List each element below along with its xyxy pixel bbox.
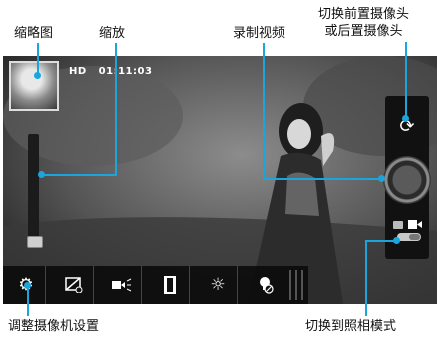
flash-off-icon[interactable] [247, 266, 285, 304]
zoom-slider-handle[interactable] [27, 236, 43, 248]
toolbar-scroll-indicator [289, 270, 305, 300]
record-button[interactable] [383, 156, 431, 204]
record-leader-horizontal [263, 178, 380, 180]
recording-timer: 01:11:03 [98, 66, 153, 77]
switch-camera-label-line1: 切换前置摄像头 [318, 7, 410, 22]
photo-mode-leader [365, 240, 367, 316]
bottom-toolbar: ⚙ ☼ [3, 266, 308, 304]
zoom-slider[interactable] [28, 134, 39, 244]
switch-camera-label-line2: 或后置摄像头 [324, 24, 403, 39]
thumbnail[interactable] [9, 61, 59, 111]
switch-camera-leader-dot [402, 115, 409, 122]
settings-leader [27, 285, 29, 316]
settings-leader-dot [24, 282, 31, 289]
adjust-settings-label: 调整摄像机设置 [8, 319, 100, 334]
thumbnail-leader-dot [34, 72, 41, 79]
zoom-leader-horizontal [42, 174, 117, 176]
exposure-icon[interactable] [55, 266, 94, 304]
thumbnail-label: 缩略图 [14, 26, 54, 41]
zoom-label: 缩放 [99, 26, 126, 41]
recording-status: HD 01:11:03 [69, 66, 152, 77]
switch-camera-label: 切换前置摄像头 或后置摄像头 [318, 6, 409, 40]
switch-camera-leader [405, 42, 407, 118]
record-leader-dot [378, 175, 385, 182]
zoom-leader-dot [38, 171, 45, 178]
quality-badge: HD [69, 66, 87, 77]
switch-to-photo-label: 切换到照相模式 [305, 319, 397, 334]
filmstrip-icon[interactable] [151, 266, 190, 304]
photo-mode-leader-dot [393, 237, 400, 244]
camera-viewfinder[interactable]: HD 01:11:03 ⟳ ⚙ ☼ [3, 56, 437, 304]
video-effect-icon[interactable] [103, 266, 142, 304]
record-leader-vertical [263, 43, 265, 180]
mode-switch-toggle[interactable] [397, 233, 421, 241]
video-mode-icon [408, 220, 422, 229]
zoom-leader-vertical [115, 43, 117, 175]
camera-mode-icon [393, 221, 403, 229]
record-video-label: 录制视频 [233, 26, 286, 41]
brightness-icon[interactable]: ☼ [199, 266, 238, 304]
